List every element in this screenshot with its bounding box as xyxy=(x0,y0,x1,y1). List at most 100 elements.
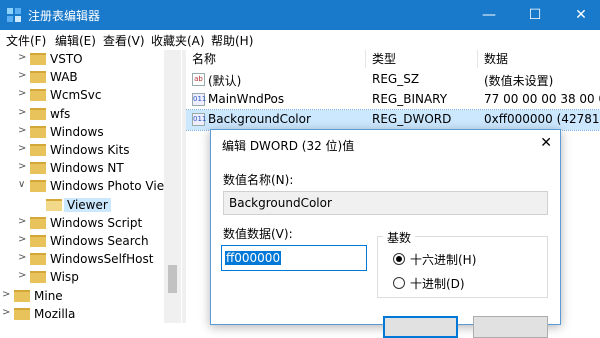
value-row-selected[interactable]: 011 BackgroundColor REG_DWORD 0xff000000… xyxy=(186,109,600,131)
expand-chevron-icon[interactable]: > xyxy=(18,107,28,118)
value-data: (数值未设置) xyxy=(484,74,554,88)
tree-item-label: Wisp xyxy=(50,270,79,285)
value-name: BackgroundColor xyxy=(208,112,311,126)
tree-item-label: WAB xyxy=(50,70,78,85)
value-data-text: ff000000 xyxy=(225,251,282,265)
dialog-close-icon[interactable]: ✕ xyxy=(540,135,552,151)
expand-chevron-icon[interactable]: > xyxy=(18,216,28,227)
tree-item-label: VSTO xyxy=(50,52,83,66)
dialog-title-bar: 编辑 DWORD (32 位)值 ✕ xyxy=(211,130,560,160)
tree-item-label: Viewer xyxy=(64,197,111,212)
registry-tree[interactable]: > VSTO > WAB > WcmSvc > wfs > Windows > Windows Kit… xyxy=(0,50,182,323)
tree-item[interactable]: > Mozilla xyxy=(2,306,160,323)
column-header-data[interactable]: 数据 xyxy=(478,50,600,68)
expand-chevron-icon[interactable]: > xyxy=(18,88,28,99)
registry-editor-icon xyxy=(7,8,21,22)
value-data-label: 数值数据(V): xyxy=(223,227,293,241)
value-row[interactable]: ab (默认) REG_SZ (数值未设置) xyxy=(186,70,600,90)
tree-scrollbar-thumb[interactable] xyxy=(168,265,177,293)
tree-item-label: Mine xyxy=(34,288,63,303)
tree-item-label: wfs xyxy=(50,106,71,121)
cancel-button[interactable] xyxy=(473,316,548,338)
tree-item[interactable]: > VSTO xyxy=(18,51,160,69)
title-bar: 注册表编辑器 — ☐ ✕ xyxy=(0,0,600,30)
tree-item[interactable]: > WindowsSelfHost xyxy=(18,251,160,269)
folder-icon xyxy=(14,289,30,302)
value-data: 0xff000000 (42781900 xyxy=(484,112,600,126)
folder-icon xyxy=(14,307,30,320)
value-name-label: 数值名称(N): xyxy=(223,173,294,187)
value-name-field[interactable]: BackgroundColor xyxy=(223,191,548,215)
tree-item[interactable]: > Windows NT xyxy=(18,160,160,178)
tree-item[interactable]: > Windows Script xyxy=(18,215,160,233)
value-data: 77 00 00 00 38 00 00 xyxy=(484,92,600,106)
decimal-radio[interactable] xyxy=(393,277,405,289)
menu-help[interactable]: 帮助(H) xyxy=(211,32,253,49)
column-header-name[interactable]: 名称 xyxy=(186,50,366,68)
tree-item[interactable]: ∨ Windows Photo Viewer xyxy=(18,178,182,196)
expand-chevron-icon[interactable]: > xyxy=(18,125,28,136)
tree-item[interactable]: > WAB xyxy=(18,69,160,87)
minimize-button[interactable]: — xyxy=(466,0,512,30)
tree-item-label: Windows xyxy=(50,124,104,139)
expand-chevron-icon[interactable]: > xyxy=(18,143,28,154)
decimal-radio-label[interactable]: 十进制(D) xyxy=(410,275,465,292)
tree-item-selected[interactable]: Viewer xyxy=(34,197,160,215)
dialog-title: 编辑 DWORD (32 位)值 xyxy=(222,139,355,153)
close-window-button[interactable]: ✕ xyxy=(558,0,600,30)
tree-item[interactable]: > Windows Search xyxy=(18,233,160,251)
menu-edit[interactable]: 编辑(E) xyxy=(55,32,96,49)
folder-icon xyxy=(30,89,46,102)
value-row[interactable]: 011 MainWndPos REG_BINARY 77 00 00 00 38… xyxy=(186,90,600,110)
menu-view[interactable]: 查看(V) xyxy=(103,32,145,49)
expand-chevron-icon[interactable]: > xyxy=(18,70,28,81)
expand-chevron-icon[interactable]: > xyxy=(18,252,28,263)
tree-item[interactable]: > Windows xyxy=(18,124,160,142)
tree-item-label: WcmSvc xyxy=(50,88,102,103)
tree-item[interactable]: > Wisp xyxy=(18,269,160,287)
tree-item-label: Windows Script xyxy=(50,215,143,230)
string-value-icon: ab xyxy=(192,73,205,86)
tree-item[interactable]: > wfs xyxy=(18,106,160,124)
menu-favorites[interactable]: 收藏夹(A) xyxy=(151,32,205,49)
tree-item-label: Windows Kits xyxy=(50,143,130,157)
collapse-chevron-icon[interactable]: ∨ xyxy=(18,179,28,190)
folder-icon xyxy=(30,107,46,120)
tree-scrollbar[interactable] xyxy=(164,50,181,323)
folder-icon xyxy=(30,144,46,156)
value-type: REG_SZ xyxy=(372,72,420,86)
expand-chevron-icon[interactable]: > xyxy=(18,270,28,281)
tree-item-label: Windows Search xyxy=(50,234,149,248)
folder-icon xyxy=(30,235,46,247)
folder-icon xyxy=(30,125,46,138)
expand-chevron-icon[interactable]: > xyxy=(2,307,12,318)
folder-icon xyxy=(46,198,62,211)
value-name: MainWndPos xyxy=(208,92,285,106)
hex-radio[interactable] xyxy=(393,253,405,265)
ok-button[interactable] xyxy=(383,316,458,338)
base-group-label: 基数 xyxy=(383,229,416,246)
tree-item-label: Windows Photo Viewer xyxy=(50,179,182,194)
hex-radio-label[interactable]: 十六进制(H) xyxy=(410,251,476,268)
value-name: (默认) xyxy=(208,74,242,88)
binary-value-icon: 011 xyxy=(192,93,206,106)
maximize-button[interactable]: ☐ xyxy=(512,0,558,30)
dword-value-icon: 011 xyxy=(192,113,206,126)
folder-icon xyxy=(30,271,46,284)
column-header-type[interactable]: 类型 xyxy=(366,50,478,68)
tree-item[interactable]: > Windows Kits xyxy=(18,142,160,160)
value-type: REG_BINARY xyxy=(372,92,448,106)
tree-item[interactable]: > Mine xyxy=(2,288,160,306)
window-title: 注册表编辑器 xyxy=(28,9,101,23)
tree-item-label: WindowsSelfHost xyxy=(50,252,154,267)
folder-icon xyxy=(30,180,46,193)
menu-bar: 文件(F) 编辑(E) 查看(V) 收藏夹(A) 帮助(H) xyxy=(0,30,600,50)
expand-chevron-icon[interactable]: > xyxy=(18,52,28,63)
value-data-input[interactable]: ff000000 xyxy=(221,245,367,271)
menu-file[interactable]: 文件(F) xyxy=(6,32,46,49)
folder-icon xyxy=(30,162,46,175)
expand-chevron-icon[interactable]: > xyxy=(18,234,28,245)
expand-chevron-icon[interactable]: > xyxy=(18,161,28,172)
tree-item[interactable]: > WcmSvc xyxy=(18,87,160,105)
expand-chevron-icon[interactable]: > xyxy=(2,289,12,300)
